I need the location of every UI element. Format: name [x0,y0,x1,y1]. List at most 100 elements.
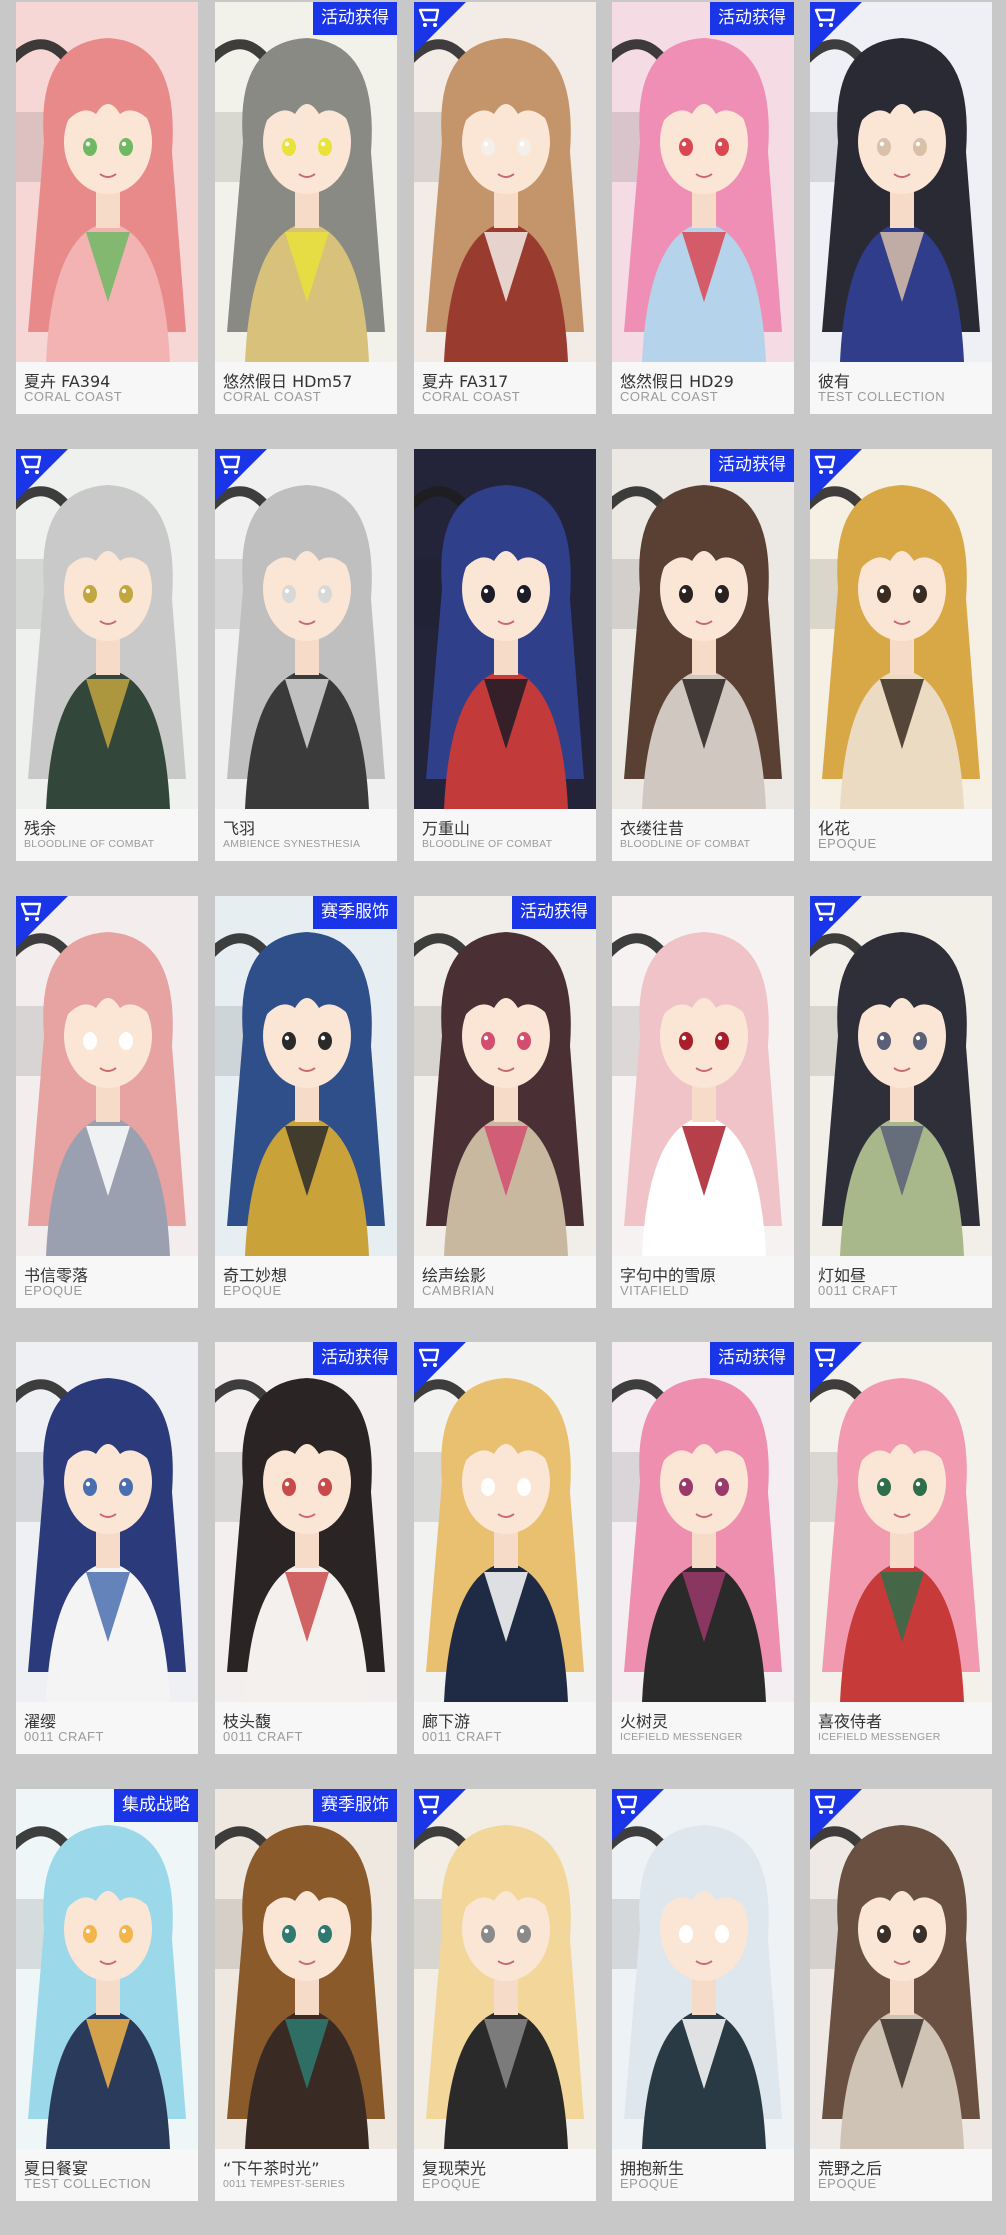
character-illustration [215,2,397,362]
skin-artwork [16,896,198,1256]
skin-name: 火树灵 [620,1712,669,1731]
skin-info: 悠然假日 HDm57 CORAL COAST [215,362,397,414]
shop-icon [414,2,466,54]
skin-series: EPOQUE [223,1283,282,1298]
skin-series: ICEFIELD MESSENGER [818,1731,941,1743]
skin-info: 化花 EPOQUE [810,809,992,861]
skin-card[interactable]: 灯如昼 0011 CRAFT [810,896,992,1308]
skin-artwork [810,2,992,362]
skin-series: 0011 CRAFT [818,1283,898,1298]
character-illustration [612,2,794,362]
character-illustration [215,449,397,809]
shop-corner-badge [414,1342,466,1394]
skin-card[interactable]: 复现荣光 EPOQUE [414,1789,596,2201]
shop-corner-badge [215,449,267,501]
acquisition-badge: 赛季服饰 [313,1789,397,1822]
skin-card[interactable]: 活动获得 悠然假日 HD29 CORAL COAST [612,2,794,414]
skin-card[interactable]: 残余 BLOODLINE OF COMBAT [16,449,198,861]
skin-artwork [612,1789,794,2149]
skin-artwork [612,896,794,1256]
skin-series: CORAL COAST [24,389,123,404]
skin-info: 灯如昼 0011 CRAFT [810,1256,992,1308]
skin-card[interactable]: 夏卉 FA317 CORAL COAST [414,2,596,414]
skin-card[interactable]: 活动获得枝头馥 0011 CRAFT [215,1342,397,1754]
skin-artwork [215,896,397,1256]
skin-card[interactable]: 廊下游 0011 CRAFT [414,1342,596,1754]
skin-info: 廊下游 0011 CRAFT [414,1702,596,1754]
character-illustration [16,449,198,809]
shop-icon [810,1342,862,1394]
skin-artwork [414,896,596,1256]
skin-info: 枝头馥 0011 CRAFT [215,1702,397,1754]
skin-name: “下午茶时光” [223,2159,320,2178]
skin-info: 喜夜侍者 ICEFIELD MESSENGER [810,1702,992,1754]
skin-series: EPOQUE [422,2176,481,2191]
skin-card[interactable]: 赛季服饰 “下午茶时光” 0011 TEMPEST-SERIES [215,1789,397,2201]
shop-corner-badge [810,449,862,501]
shop-icon [16,896,68,948]
skin-card[interactable]: 濯缨 0011 CRAFT [16,1342,198,1754]
skin-artwork [612,1342,794,1702]
character-illustration [414,2,596,362]
skin-card[interactable]: 集成战略夏日餐宴 TEST COLLECTION [16,1789,198,2201]
skin-info: 拥抱新生 EPOQUE [612,2149,794,2201]
skin-card[interactable]: 飞羽 AMBIENCE SYNESTHESIA [215,449,397,861]
skin-card[interactable]: 书信零落 EPOQUE [16,896,198,1308]
acquisition-badge: 活动获得 [512,896,596,929]
skin-artwork [16,1789,198,2149]
skin-card[interactable]: 活动获得 悠然假日 HDm57 CORAL COAST [215,2,397,414]
skin-series: 0011 CRAFT [422,1729,502,1744]
skin-series: CAMBRIAN [422,1283,495,1298]
skin-series: CORAL COAST [223,389,322,404]
shop-icon [810,449,862,501]
skin-artwork [810,896,992,1256]
skin-card[interactable]: 活动获得 火树灵 ICEFIELD MESSENGER [612,1342,794,1754]
skin-card[interactable]: 夏卉 FA394 CORAL COAST [16,2,198,414]
shop-corner-badge [414,1789,466,1841]
skin-card[interactable]: 化花 EPOQUE [810,449,992,861]
skin-series: BLOODLINE OF COMBAT [620,838,751,850]
acquisition-badge: 集成战略 [114,1789,198,1822]
skin-card[interactable]: 活动获得 绘声绘影 CAMBRIAN [414,896,596,1308]
skin-card[interactable]: 万重山 BLOODLINE OF COMBAT [414,449,596,861]
skin-card[interactable]: 字句中的雪原 VITAFIELD [612,896,794,1308]
skin-card[interactable]: 喜夜侍者 ICEFIELD MESSENGER [810,1342,992,1754]
skin-artwork [215,2,397,362]
skin-info: 复现荣光 EPOQUE [414,2149,596,2201]
shop-icon [16,449,68,501]
character-illustration [414,1342,596,1702]
shop-corner-badge [810,1342,862,1394]
acquisition-badge: 活动获得 [710,449,794,482]
skin-card[interactable]: 彼有 TEST COLLECTION [810,2,992,414]
skin-series: 0011 CRAFT [24,1729,104,1744]
skin-series: EPOQUE [620,2176,679,2191]
skin-info: “下午茶时光” 0011 TEMPEST-SERIES [215,2149,397,2201]
shop-corner-badge [16,449,68,501]
shop-corner-badge [810,1789,862,1841]
character-illustration [414,896,596,1256]
skin-info: 彼有 TEST COLLECTION [810,362,992,414]
skin-artwork [612,449,794,809]
shop-corner-badge [612,1789,664,1841]
skin-card[interactable]: 活动获得 衣缕往昔 BLOODLINE OF COMBAT [612,449,794,861]
skin-info: 飞羽 AMBIENCE SYNESTHESIA [215,809,397,861]
character-illustration [810,1342,992,1702]
shop-icon [215,449,267,501]
skin-info: 夏日餐宴 TEST COLLECTION [16,2149,198,2201]
skin-name: 飞羽 [223,819,256,838]
character-illustration [810,896,992,1256]
skin-artwork [16,1342,198,1702]
skin-card[interactable]: 荒野之后 EPOQUE [810,1789,992,2201]
skin-series: AMBIENCE SYNESTHESIA [223,838,361,850]
skin-card[interactable]: 赛季服饰 奇工妙想 EPOQUE [215,896,397,1308]
acquisition-badge: 活动获得 [313,1342,397,1375]
skin-info: 字句中的雪原 VITAFIELD [612,1256,794,1308]
character-illustration [810,449,992,809]
skin-grid: 夏卉 FA394 CORAL COAST 活动获得 悠然假日 HDm57 CORAL C… [0,0,1006,2235]
shop-icon [810,2,862,54]
skin-artwork [810,1789,992,2149]
shop-corner-badge [414,2,466,54]
skin-card[interactable]: 拥抱新生 EPOQUE [612,1789,794,2201]
skin-info: 万重山 BLOODLINE OF COMBAT [414,809,596,861]
character-illustration [215,896,397,1256]
